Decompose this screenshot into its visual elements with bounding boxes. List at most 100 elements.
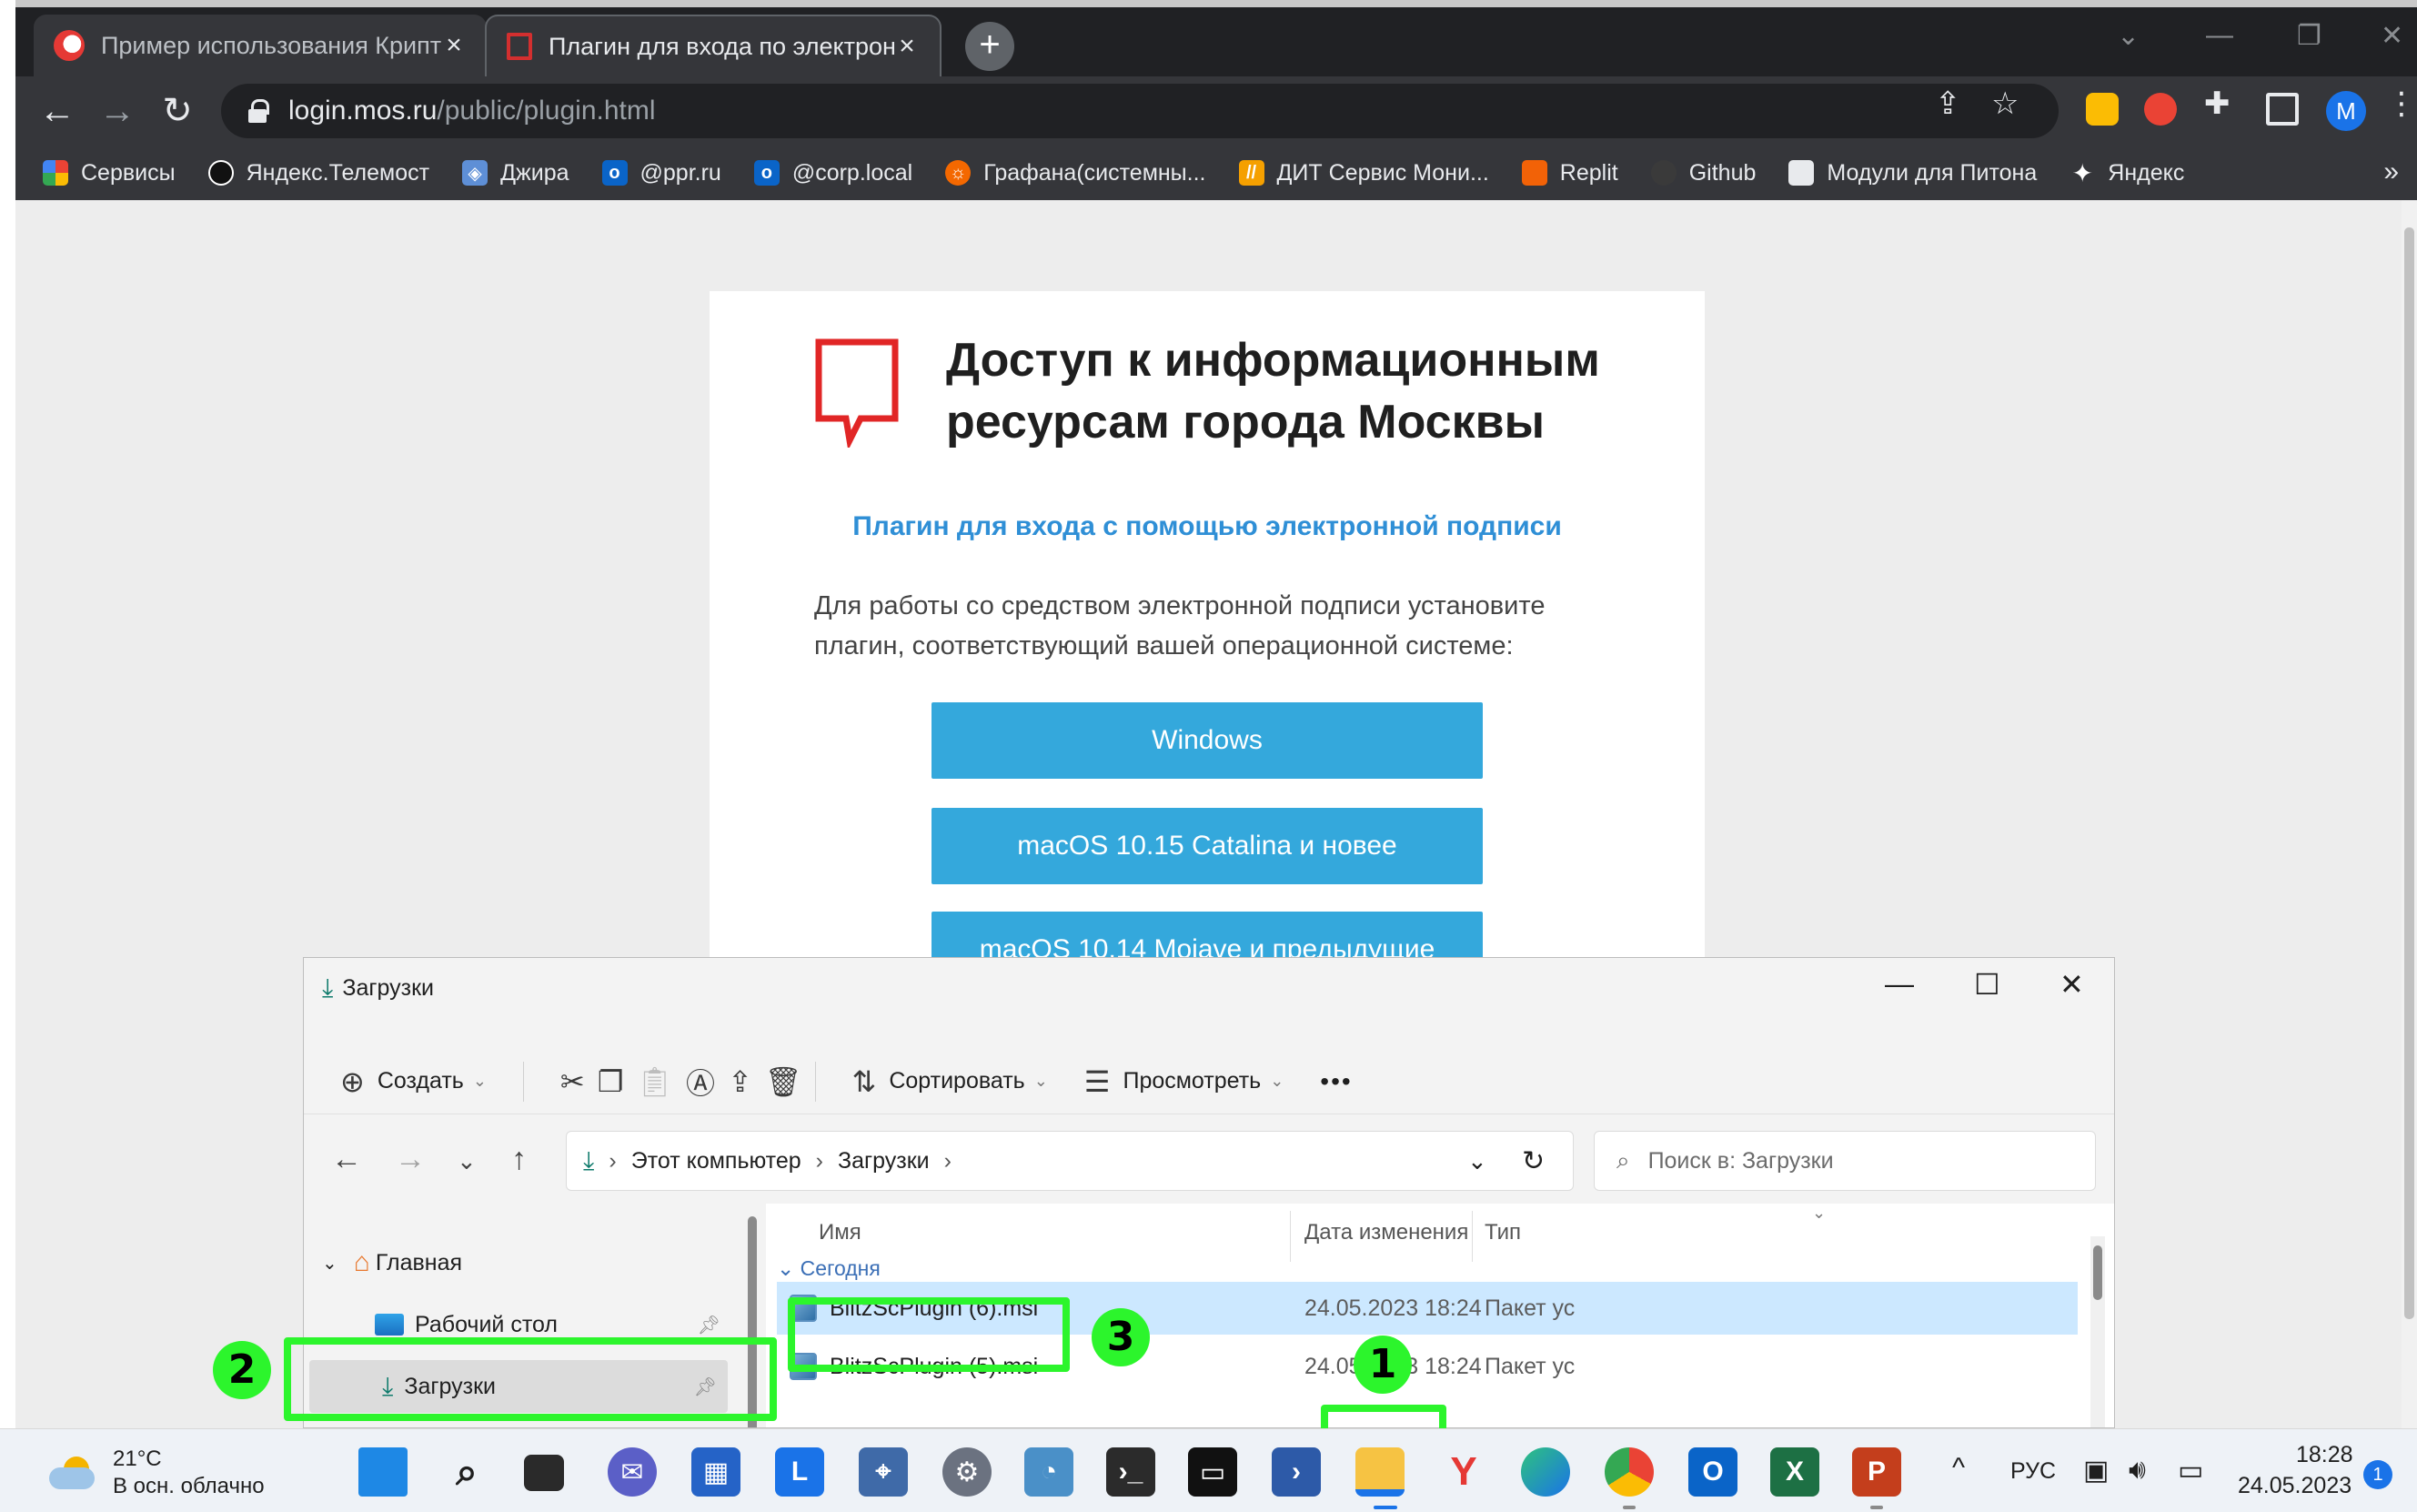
bookmark-replit[interactable]: Replit bbox=[1521, 160, 1618, 186]
volume-icon[interactable]: 🔊︎ bbox=[2129, 1455, 2146, 1486]
lock-icon[interactable] bbox=[248, 99, 269, 123]
edge-icon[interactable] bbox=[1521, 1447, 1570, 1497]
refresh-icon[interactable]: ↻ bbox=[1522, 1145, 1545, 1177]
bookmark-jira[interactable]: ◈ Джира bbox=[462, 160, 569, 186]
new-tab-button[interactable]: + bbox=[965, 22, 1014, 71]
extension-b-icon[interactable] bbox=[2144, 93, 2177, 126]
chevron-down-icon[interactable]: ⌄ bbox=[322, 1252, 337, 1275]
search-icon[interactable]: ⌕ bbox=[442, 1447, 491, 1497]
forward-icon[interactable]: → bbox=[395, 1142, 426, 1177]
tray-overflow-icon[interactable]: ^ bbox=[1952, 1453, 1965, 1484]
view-list-icon: ☰ bbox=[1083, 1064, 1111, 1098]
excel-icon[interactable]: X bbox=[1770, 1447, 1819, 1497]
page-headline: Доступ к информационным ресурсам города … bbox=[946, 329, 1637, 453]
reload-icon[interactable]: ↻ bbox=[154, 87, 201, 135]
weather-widget[interactable]: 21°C В осн. облачно bbox=[49, 1446, 265, 1500]
bookmark-yandex[interactable]: ✦ Яндекс bbox=[2070, 159, 2185, 187]
notification-badge[interactable]: 1 bbox=[2363, 1460, 2392, 1489]
copy-icon[interactable]: ❐ bbox=[598, 1064, 624, 1099]
bookmark-grafana[interactable]: ☼ Графана(системны... bbox=[945, 160, 1206, 186]
close-tab-icon[interactable]: × bbox=[441, 30, 467, 61]
share-icon[interactable]: ⇪ bbox=[1935, 86, 1961, 122]
sort-button[interactable]: ⇅ Сортировать ⌄ bbox=[852, 1064, 1048, 1099]
breadcrumb-downloads[interactable]: Загрузки bbox=[838, 1148, 930, 1174]
macos-catalina-button[interactable]: macOS 10.15 Catalina и новее bbox=[932, 808, 1483, 884]
side-panel-icon[interactable] bbox=[2266, 93, 2299, 126]
extension-bulb-icon[interactable] bbox=[2086, 93, 2119, 126]
start-windows-icon[interactable] bbox=[358, 1447, 408, 1497]
network-icon[interactable]: ▣ bbox=[2083, 1455, 2109, 1487]
address-breadcrumb[interactable]: ⤓ › Этот компьютер › Загрузки › ⌄ ↻ bbox=[566, 1131, 1574, 1191]
network-app-icon[interactable]: ⌖ bbox=[859, 1447, 908, 1497]
bookmark-services[interactable]: Сервисы bbox=[43, 160, 176, 186]
menu-kebab-icon[interactable]: ⋮ bbox=[2386, 86, 2417, 122]
chevron-down-icon[interactable]: ⌄ bbox=[1467, 1147, 1487, 1175]
bookmark-corp-local[interactable]: o @corp.local bbox=[753, 160, 912, 186]
l-app-icon[interactable]: L bbox=[775, 1447, 824, 1497]
close-icon[interactable]: ✕ bbox=[2059, 967, 2084, 1002]
maximize-icon[interactable]: ☐ bbox=[1974, 967, 2000, 1002]
control-panel-icon[interactable]: ◔ bbox=[1024, 1447, 1073, 1497]
scrollbar-thumb[interactable] bbox=[2404, 227, 2414, 1319]
rename-icon[interactable]: Ⓐ bbox=[686, 1061, 715, 1103]
settings-gear-icon[interactable]: ⚙ bbox=[942, 1447, 992, 1497]
minimize-icon[interactable]: — bbox=[1885, 967, 1914, 1001]
bookmark-ppr[interactable]: o @ppr.ru bbox=[601, 160, 721, 186]
extensions-puzzle-icon[interactable]: ✚ bbox=[2204, 86, 2231, 122]
close-tab-icon[interactable]: × bbox=[894, 31, 920, 62]
restore-icon[interactable]: ❐ bbox=[2297, 20, 2321, 52]
back-icon[interactable]: ← bbox=[331, 1142, 362, 1177]
bookmark-python-modules[interactable]: Модули для Питона bbox=[1788, 160, 2037, 186]
battery-icon[interactable]: ▭ bbox=[2178, 1455, 2203, 1487]
column-header-name[interactable]: Имя bbox=[819, 1204, 861, 1262]
windows-download-button[interactable]: Windows bbox=[932, 702, 1483, 779]
back-icon[interactable]: ← bbox=[34, 87, 81, 135]
pin-icon[interactable]: 📌︎ bbox=[698, 1314, 720, 1336]
bookmark-github[interactable]: Github bbox=[1650, 160, 1756, 186]
page-scrollbar[interactable] bbox=[2402, 200, 2417, 1428]
scrollbar-thumb[interactable] bbox=[2093, 1245, 2102, 1300]
share-icon[interactable]: ⇪ bbox=[728, 1064, 752, 1099]
create-button[interactable]: ⊕ Создать ⌄ bbox=[340, 1064, 487, 1099]
up-folder-icon[interactable]: ↑ bbox=[511, 1142, 527, 1177]
delete-icon[interactable]: 🗑︎ bbox=[765, 1064, 802, 1099]
bookmark-dit-monitoring[interactable]: // ДИТ Сервис Мони... bbox=[1238, 160, 1489, 186]
tab-search-icon[interactable]: ⌄ bbox=[2117, 20, 2140, 52]
nav-item-home[interactable]: ⌄ ⌂ Главная bbox=[304, 1236, 731, 1289]
explorer-command-bar: ⊕ Создать ⌄ ✂ ❐ 📋︎ Ⓐ ⇪ 🗑︎ ⇅ Сортировать … bbox=[304, 1049, 2114, 1114]
forward-icon[interactable]: → bbox=[94, 87, 141, 135]
powershell-icon[interactable]: › bbox=[1272, 1447, 1321, 1497]
task-view-icon[interactable] bbox=[524, 1455, 564, 1491]
search-input[interactable]: ⌕ Поиск в: Загрузки bbox=[1594, 1131, 2096, 1191]
more-bookmarks-button[interactable]: » bbox=[2383, 156, 2399, 187]
language-indicator[interactable]: РУС bbox=[2010, 1458, 2056, 1485]
minimize-icon[interactable]: — bbox=[2206, 20, 2233, 51]
powerpoint-icon[interactable]: P bbox=[1852, 1447, 1901, 1497]
breadcrumb-this-pc[interactable]: Этот компьютер bbox=[631, 1148, 801, 1174]
column-header-date[interactable]: Дата изменения bbox=[1304, 1204, 1468, 1262]
microsoft-store-icon[interactable]: ▦ bbox=[691, 1447, 740, 1497]
chrome-icon[interactable] bbox=[1605, 1447, 1654, 1497]
yandex-browser-icon[interactable]: Y bbox=[1439, 1447, 1488, 1497]
column-header-type[interactable]: Тип bbox=[1485, 1204, 1521, 1262]
terminal-icon[interactable]: ›_ bbox=[1106, 1447, 1155, 1497]
profile-avatar[interactable]: M bbox=[2326, 91, 2366, 131]
recent-locations-icon[interactable]: ⌄ bbox=[457, 1147, 477, 1175]
cmd-icon[interactable]: ▭ bbox=[1188, 1447, 1237, 1497]
address-bar[interactable]: login.mos.ru/public/plugin.html bbox=[221, 84, 2059, 138]
teams-chat-icon[interactable]: ✉ bbox=[608, 1447, 657, 1497]
bookmark-star-icon[interactable]: ☆ bbox=[1991, 86, 2019, 122]
file-explorer-icon[interactable] bbox=[1355, 1447, 1405, 1497]
tab-plugin-login[interactable]: Плагин для входа по электронн × bbox=[485, 15, 942, 76]
view-button[interactable]: ☰ Просмотреть ⌄ bbox=[1084, 1064, 1284, 1099]
paste-icon[interactable]: 📋︎ bbox=[636, 1064, 673, 1099]
outlook-icon[interactable]: O bbox=[1688, 1447, 1737, 1497]
file-list-scrollbar[interactable] bbox=[2090, 1236, 2105, 1427]
group-header-today[interactable]: ⌄ Сегодня bbox=[777, 1256, 881, 1281]
close-window-icon[interactable]: ✕ bbox=[2381, 20, 2403, 52]
more-options-button[interactable]: ••• bbox=[1320, 1067, 1352, 1096]
tab-crypto-example[interactable]: Пример использования Крипто × bbox=[34, 15, 487, 76]
nav-label: Главная bbox=[375, 1249, 463, 1275]
cut-icon[interactable]: ✂ bbox=[560, 1064, 585, 1099]
bookmark-telemost[interactable]: Яндекс.Телемост bbox=[207, 160, 429, 186]
